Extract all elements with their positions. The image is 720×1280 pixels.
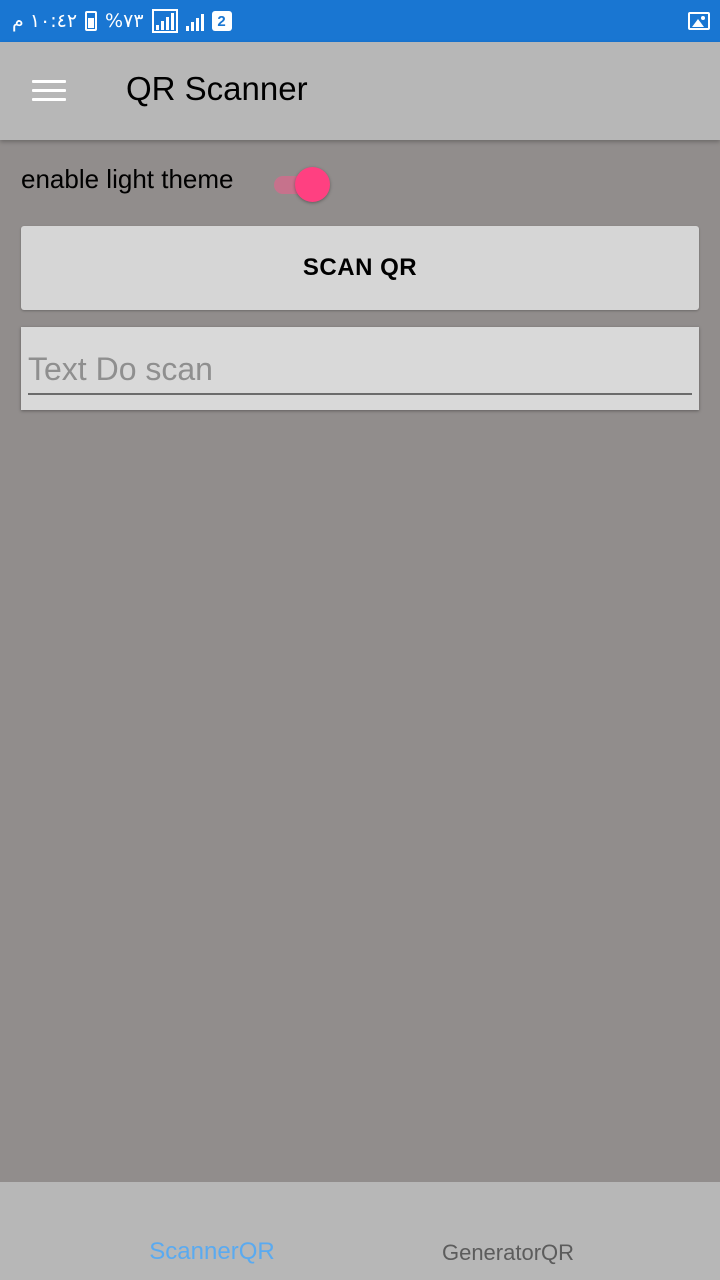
- battery-level: %٧٣: [105, 10, 144, 32]
- scan-qr-button[interactable]: SCAN QR: [21, 226, 699, 310]
- app-bar: QR Scanner: [0, 42, 720, 140]
- page-title: QR Scanner: [126, 70, 308, 107]
- scan-result-card: [21, 327, 699, 410]
- switch-thumb: [295, 167, 330, 202]
- status-time: ١٠:٤٢ م: [12, 10, 78, 32]
- tab-scannerqr[interactable]: ScannerQR: [62, 1182, 362, 1280]
- signal-icon: [151, 9, 178, 33]
- hamburger-menu-icon[interactable]: [32, 78, 66, 104]
- signal-icon-secondary: [185, 11, 204, 31]
- status-bar: ١٠:٤٢ م %٧٣ 2: [0, 0, 720, 42]
- bottom-tab-bar: ScannerQR GeneratorQR: [0, 1182, 720, 1280]
- light-theme-switch[interactable]: [272, 166, 334, 204]
- sim-badge: 2: [211, 11, 232, 31]
- theme-toggle-label: enable light theme: [21, 164, 234, 194]
- battery-icon: [85, 11, 98, 31]
- tab-generatorqr[interactable]: GeneratorQR: [358, 1182, 658, 1280]
- image-notification-icon: [688, 12, 710, 30]
- scan-result-input[interactable]: [28, 345, 692, 395]
- status-indicators: ١٠:٤٢ م %٧٣ 2: [12, 9, 232, 33]
